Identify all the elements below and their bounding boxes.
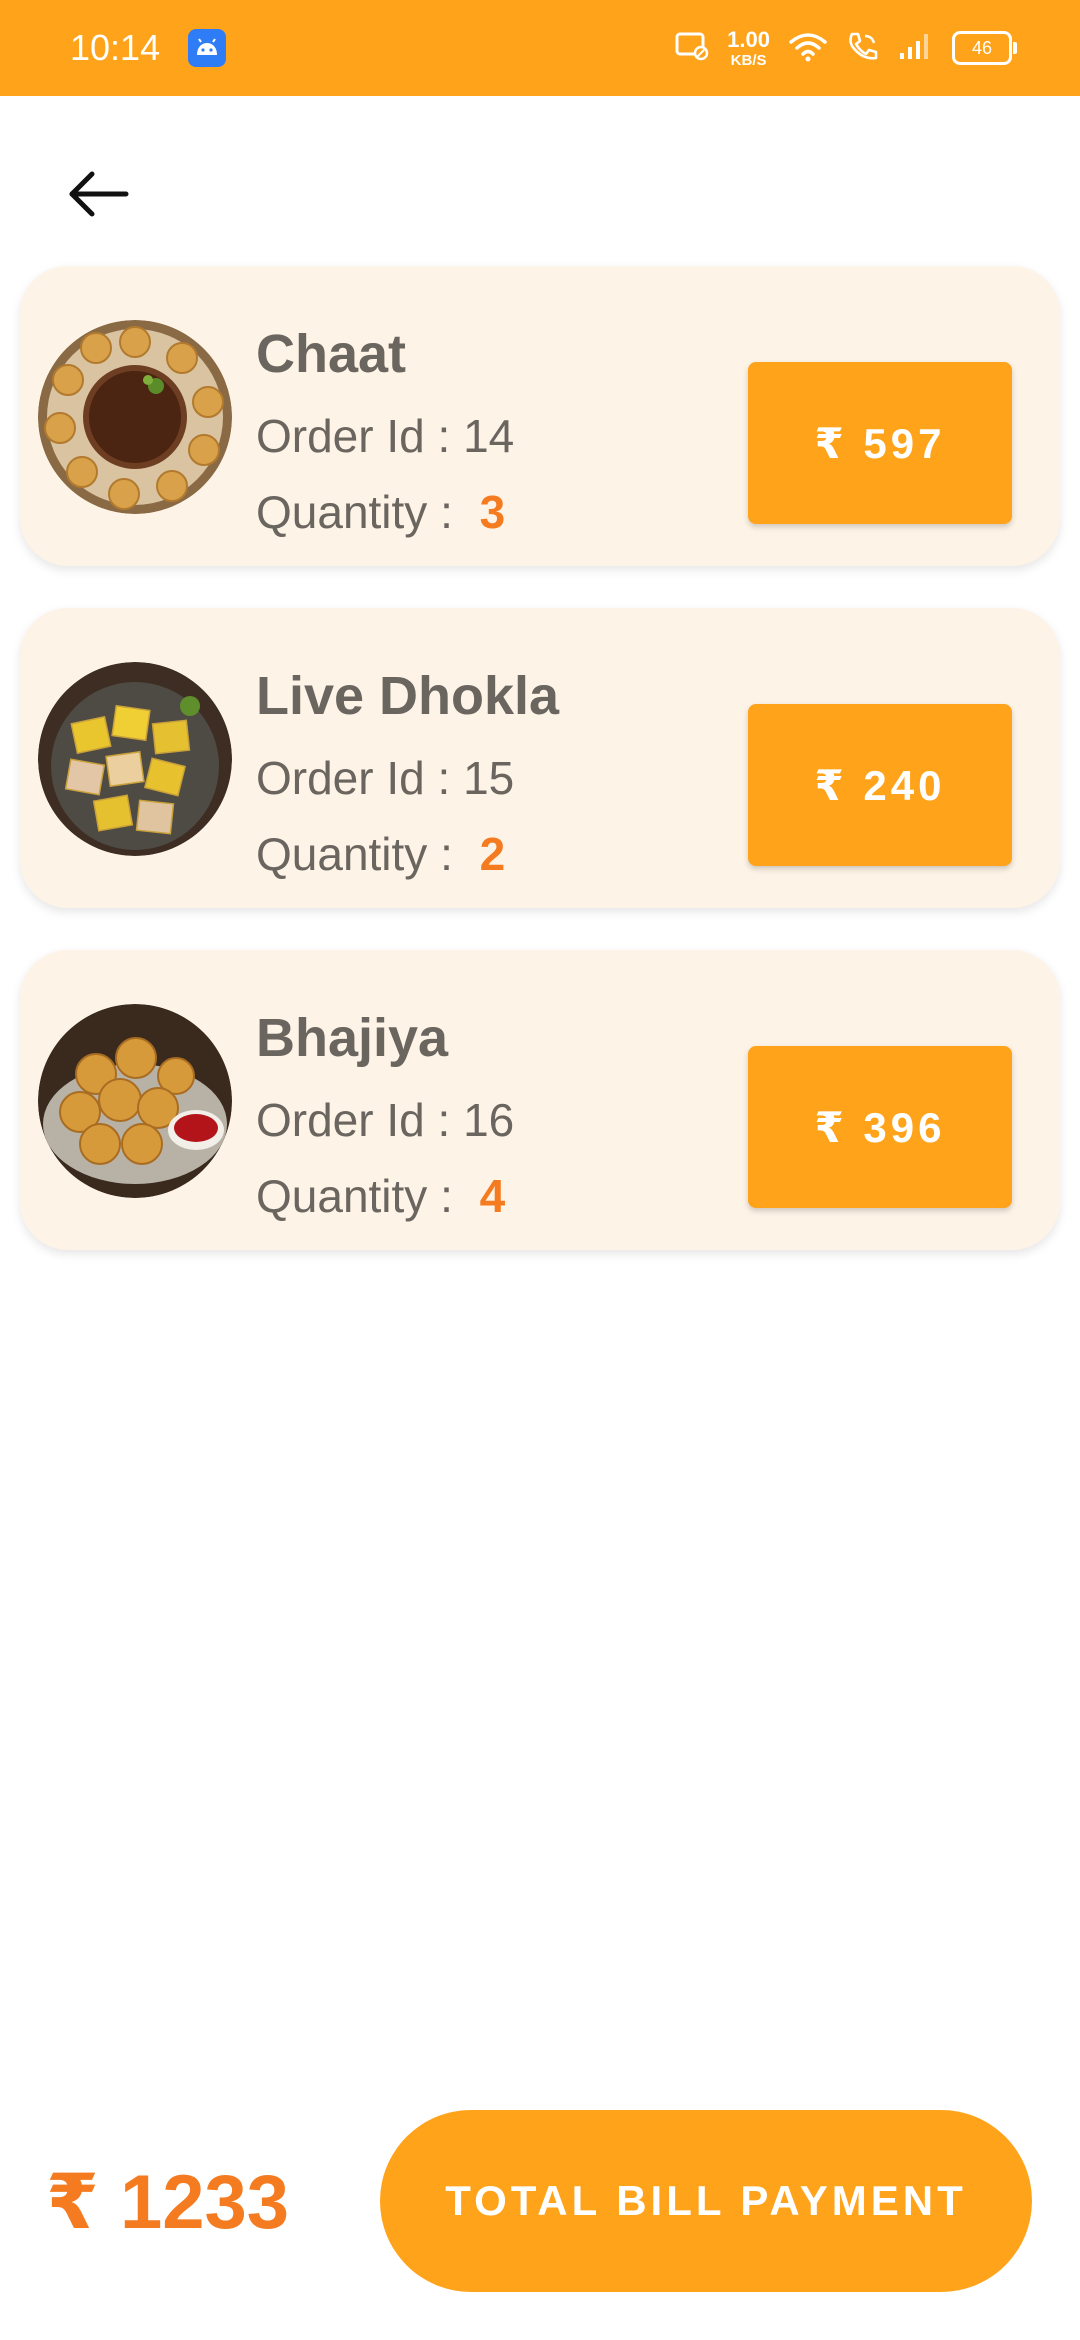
quantity: Quantity : 3 (256, 484, 505, 540)
order-card-chaat[interactable]: Chaat Order Id : 14 Quantity : 3 ₹ 597 (20, 266, 1060, 566)
order-id: Order Id : 16 (256, 1094, 515, 1146)
status-bar: 10:14 1.00 KB/S 46 (0, 0, 1080, 96)
total-bill-payment-button[interactable]: TOTAL BILL PAYMENT (380, 2110, 1032, 2292)
quantity-value: 2 (479, 828, 506, 880)
order-list: Chaat Order Id : 14 Quantity : 3 ₹ 597 L… (20, 266, 1060, 1292)
signal-icon (898, 31, 934, 66)
status-icons: 1.00 KB/S 46 (675, 22, 1017, 74)
price-button[interactable]: ₹ 396 (748, 1046, 1012, 1208)
bhajiya-image (38, 1004, 232, 1198)
wifi-calling-icon (846, 30, 880, 67)
screen-cast-icon (675, 31, 709, 66)
network-speed: 1.00 KB/S (727, 26, 770, 69)
price-button[interactable]: ₹ 240 (748, 704, 1012, 866)
chaat-image (38, 320, 232, 514)
quantity-value: 3 (479, 486, 506, 538)
item-name: Live Dhokla (256, 666, 560, 726)
back-button[interactable] (60, 158, 140, 238)
quantity: Quantity : 2 (256, 826, 505, 882)
wifi-icon (788, 30, 828, 67)
quantity-value: 4 (479, 1170, 506, 1222)
order-card-live-dhokla[interactable]: Live Dhokla Order Id : 15 Quantity : 2 ₹… (20, 608, 1060, 908)
dhokla-image (38, 662, 232, 856)
android-app-icon (188, 29, 226, 67)
total-amount: ₹ 1233 (46, 2160, 290, 2245)
price-button[interactable]: ₹ 597 (748, 362, 1012, 524)
network-speed-unit: KB/S (730, 51, 767, 69)
status-time: 10:14 (70, 27, 161, 68)
order-id: Order Id : 14 (256, 410, 515, 462)
network-speed-value: 1.00 (727, 26, 770, 52)
quantity-label: Quantity : (256, 486, 453, 538)
quantity-label: Quantity : (256, 828, 453, 880)
quantity-label: Quantity : (256, 1170, 453, 1222)
battery-icon: 46 (952, 31, 1017, 65)
order-card-bhajiya[interactable]: Bhajiya Order Id : 16 Quantity : 4 ₹ 396 (20, 950, 1060, 1250)
arrow-left-icon (69, 171, 129, 217)
item-name: Chaat (256, 324, 407, 384)
quantity: Quantity : 4 (256, 1168, 505, 1224)
order-id: Order Id : 15 (256, 752, 515, 804)
item-name: Bhajiya (256, 1008, 449, 1068)
